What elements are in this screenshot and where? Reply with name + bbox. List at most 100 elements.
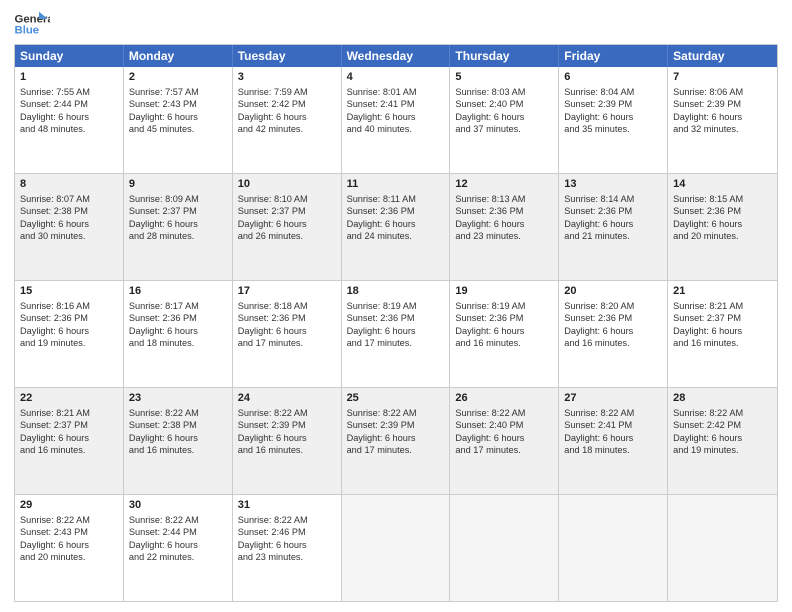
day-info-line: Daylight: 6 hours	[347, 432, 445, 444]
day-number: 26	[455, 391, 553, 406]
day-info-line: Sunset: 2:36 PM	[564, 312, 662, 324]
day-info-line: Sunrise: 8:22 AM	[564, 407, 662, 419]
day-info-line: Daylight: 6 hours	[129, 325, 227, 337]
day-info-line: Sunset: 2:40 PM	[455, 419, 553, 431]
day-number: 18	[347, 284, 445, 299]
day-number: 4	[347, 70, 445, 85]
day-info-line: Sunset: 2:38 PM	[129, 419, 227, 431]
day-info-line: Sunset: 2:43 PM	[20, 526, 118, 538]
calendar-cell: 31Sunrise: 8:22 AMSunset: 2:46 PMDayligh…	[233, 495, 342, 601]
day-info-line: and 16 minutes.	[455, 337, 553, 349]
day-info-line: Daylight: 6 hours	[20, 432, 118, 444]
calendar-cell	[450, 495, 559, 601]
day-info-line: Daylight: 6 hours	[238, 218, 336, 230]
day-info-line: Sunset: 2:37 PM	[20, 419, 118, 431]
day-info-line: and 35 minutes.	[564, 123, 662, 135]
calendar-cell: 4Sunrise: 8:01 AMSunset: 2:41 PMDaylight…	[342, 67, 451, 173]
day-info-line: and 17 minutes.	[347, 337, 445, 349]
day-info-line: and 18 minutes.	[564, 444, 662, 456]
day-number: 28	[673, 391, 772, 406]
day-info-line: and 32 minutes.	[673, 123, 772, 135]
day-info-line: Daylight: 6 hours	[238, 432, 336, 444]
calendar-cell: 6Sunrise: 8:04 AMSunset: 2:39 PMDaylight…	[559, 67, 668, 173]
day-info-line: Sunset: 2:36 PM	[238, 312, 336, 324]
day-info-line: Sunset: 2:36 PM	[673, 205, 772, 217]
calendar-header: SundayMondayTuesdayWednesdayThursdayFrid…	[15, 45, 777, 67]
day-number: 16	[129, 284, 227, 299]
day-info-line: Daylight: 6 hours	[238, 111, 336, 123]
day-info-line: and 16 minutes.	[129, 444, 227, 456]
day-number: 22	[20, 391, 118, 406]
day-info-line: and 26 minutes.	[238, 230, 336, 242]
day-info-line: Sunrise: 8:22 AM	[455, 407, 553, 419]
calendar-cell: 29Sunrise: 8:22 AMSunset: 2:43 PMDayligh…	[15, 495, 124, 601]
day-info-line: and 23 minutes.	[238, 551, 336, 563]
calendar-cell: 16Sunrise: 8:17 AMSunset: 2:36 PMDayligh…	[124, 281, 233, 387]
day-info-line: Sunset: 2:39 PM	[347, 419, 445, 431]
day-info-line: Sunrise: 8:22 AM	[20, 514, 118, 526]
day-info-line: Sunset: 2:39 PM	[564, 98, 662, 110]
calendar-cell: 26Sunrise: 8:22 AMSunset: 2:40 PMDayligh…	[450, 388, 559, 494]
day-info-line: Sunrise: 8:04 AM	[564, 86, 662, 98]
day-info-line: Sunrise: 8:16 AM	[20, 300, 118, 312]
day-info-line: Daylight: 6 hours	[564, 218, 662, 230]
day-number: 7	[673, 70, 772, 85]
day-info-line: and 22 minutes.	[129, 551, 227, 563]
day-info-line: and 19 minutes.	[673, 444, 772, 456]
calendar-cell: 10Sunrise: 8:10 AMSunset: 2:37 PMDayligh…	[233, 174, 342, 280]
day-number: 29	[20, 498, 118, 513]
day-info-line: Sunrise: 8:10 AM	[238, 193, 336, 205]
day-info-line: Daylight: 6 hours	[129, 218, 227, 230]
day-number: 15	[20, 284, 118, 299]
day-info-line: Sunrise: 8:13 AM	[455, 193, 553, 205]
day-number: 27	[564, 391, 662, 406]
day-number: 3	[238, 70, 336, 85]
day-number: 8	[20, 177, 118, 192]
day-info-line: Daylight: 6 hours	[564, 111, 662, 123]
day-info-line: Daylight: 6 hours	[129, 539, 227, 551]
day-number: 13	[564, 177, 662, 192]
day-info-line: Sunset: 2:36 PM	[455, 312, 553, 324]
day-number: 24	[238, 391, 336, 406]
calendar-row-4: 22Sunrise: 8:21 AMSunset: 2:37 PMDayligh…	[15, 387, 777, 494]
calendar-cell: 1Sunrise: 7:55 AMSunset: 2:44 PMDaylight…	[15, 67, 124, 173]
day-info-line: Daylight: 6 hours	[455, 111, 553, 123]
day-number: 5	[455, 70, 553, 85]
day-info-line: Sunset: 2:36 PM	[347, 205, 445, 217]
calendar-cell: 27Sunrise: 8:22 AMSunset: 2:41 PMDayligh…	[559, 388, 668, 494]
day-info-line: Sunrise: 8:22 AM	[238, 514, 336, 526]
day-number: 30	[129, 498, 227, 513]
header: General Blue	[14, 10, 778, 38]
day-info-line: Sunset: 2:37 PM	[129, 205, 227, 217]
day-info-line: Daylight: 6 hours	[564, 432, 662, 444]
header-day-monday: Monday	[124, 45, 233, 67]
day-info-line: Sunrise: 8:18 AM	[238, 300, 336, 312]
header-day-saturday: Saturday	[668, 45, 777, 67]
day-info-line: Sunrise: 8:09 AM	[129, 193, 227, 205]
calendar-cell: 7Sunrise: 8:06 AMSunset: 2:39 PMDaylight…	[668, 67, 777, 173]
day-info-line: and 37 minutes.	[455, 123, 553, 135]
day-info-line: Daylight: 6 hours	[455, 218, 553, 230]
day-info-line: and 19 minutes.	[20, 337, 118, 349]
day-info-line: and 21 minutes.	[564, 230, 662, 242]
day-number: 25	[347, 391, 445, 406]
calendar-row-1: 1Sunrise: 7:55 AMSunset: 2:44 PMDaylight…	[15, 67, 777, 173]
calendar-cell: 24Sunrise: 8:22 AMSunset: 2:39 PMDayligh…	[233, 388, 342, 494]
day-info-line: and 42 minutes.	[238, 123, 336, 135]
day-info-line: and 45 minutes.	[129, 123, 227, 135]
day-info-line: Daylight: 6 hours	[564, 325, 662, 337]
day-info-line: and 20 minutes.	[673, 230, 772, 242]
day-number: 20	[564, 284, 662, 299]
day-info-line: and 16 minutes.	[564, 337, 662, 349]
header-day-wednesday: Wednesday	[342, 45, 451, 67]
day-number: 12	[455, 177, 553, 192]
day-info-line: Sunrise: 8:22 AM	[238, 407, 336, 419]
logo: General Blue	[14, 10, 50, 38]
day-info-line: Sunset: 2:39 PM	[673, 98, 772, 110]
day-info-line: Daylight: 6 hours	[20, 218, 118, 230]
calendar-cell: 22Sunrise: 8:21 AMSunset: 2:37 PMDayligh…	[15, 388, 124, 494]
day-info-line: Sunset: 2:44 PM	[129, 526, 227, 538]
day-info-line: and 17 minutes.	[347, 444, 445, 456]
day-info-line: and 24 minutes.	[347, 230, 445, 242]
day-number: 2	[129, 70, 227, 85]
